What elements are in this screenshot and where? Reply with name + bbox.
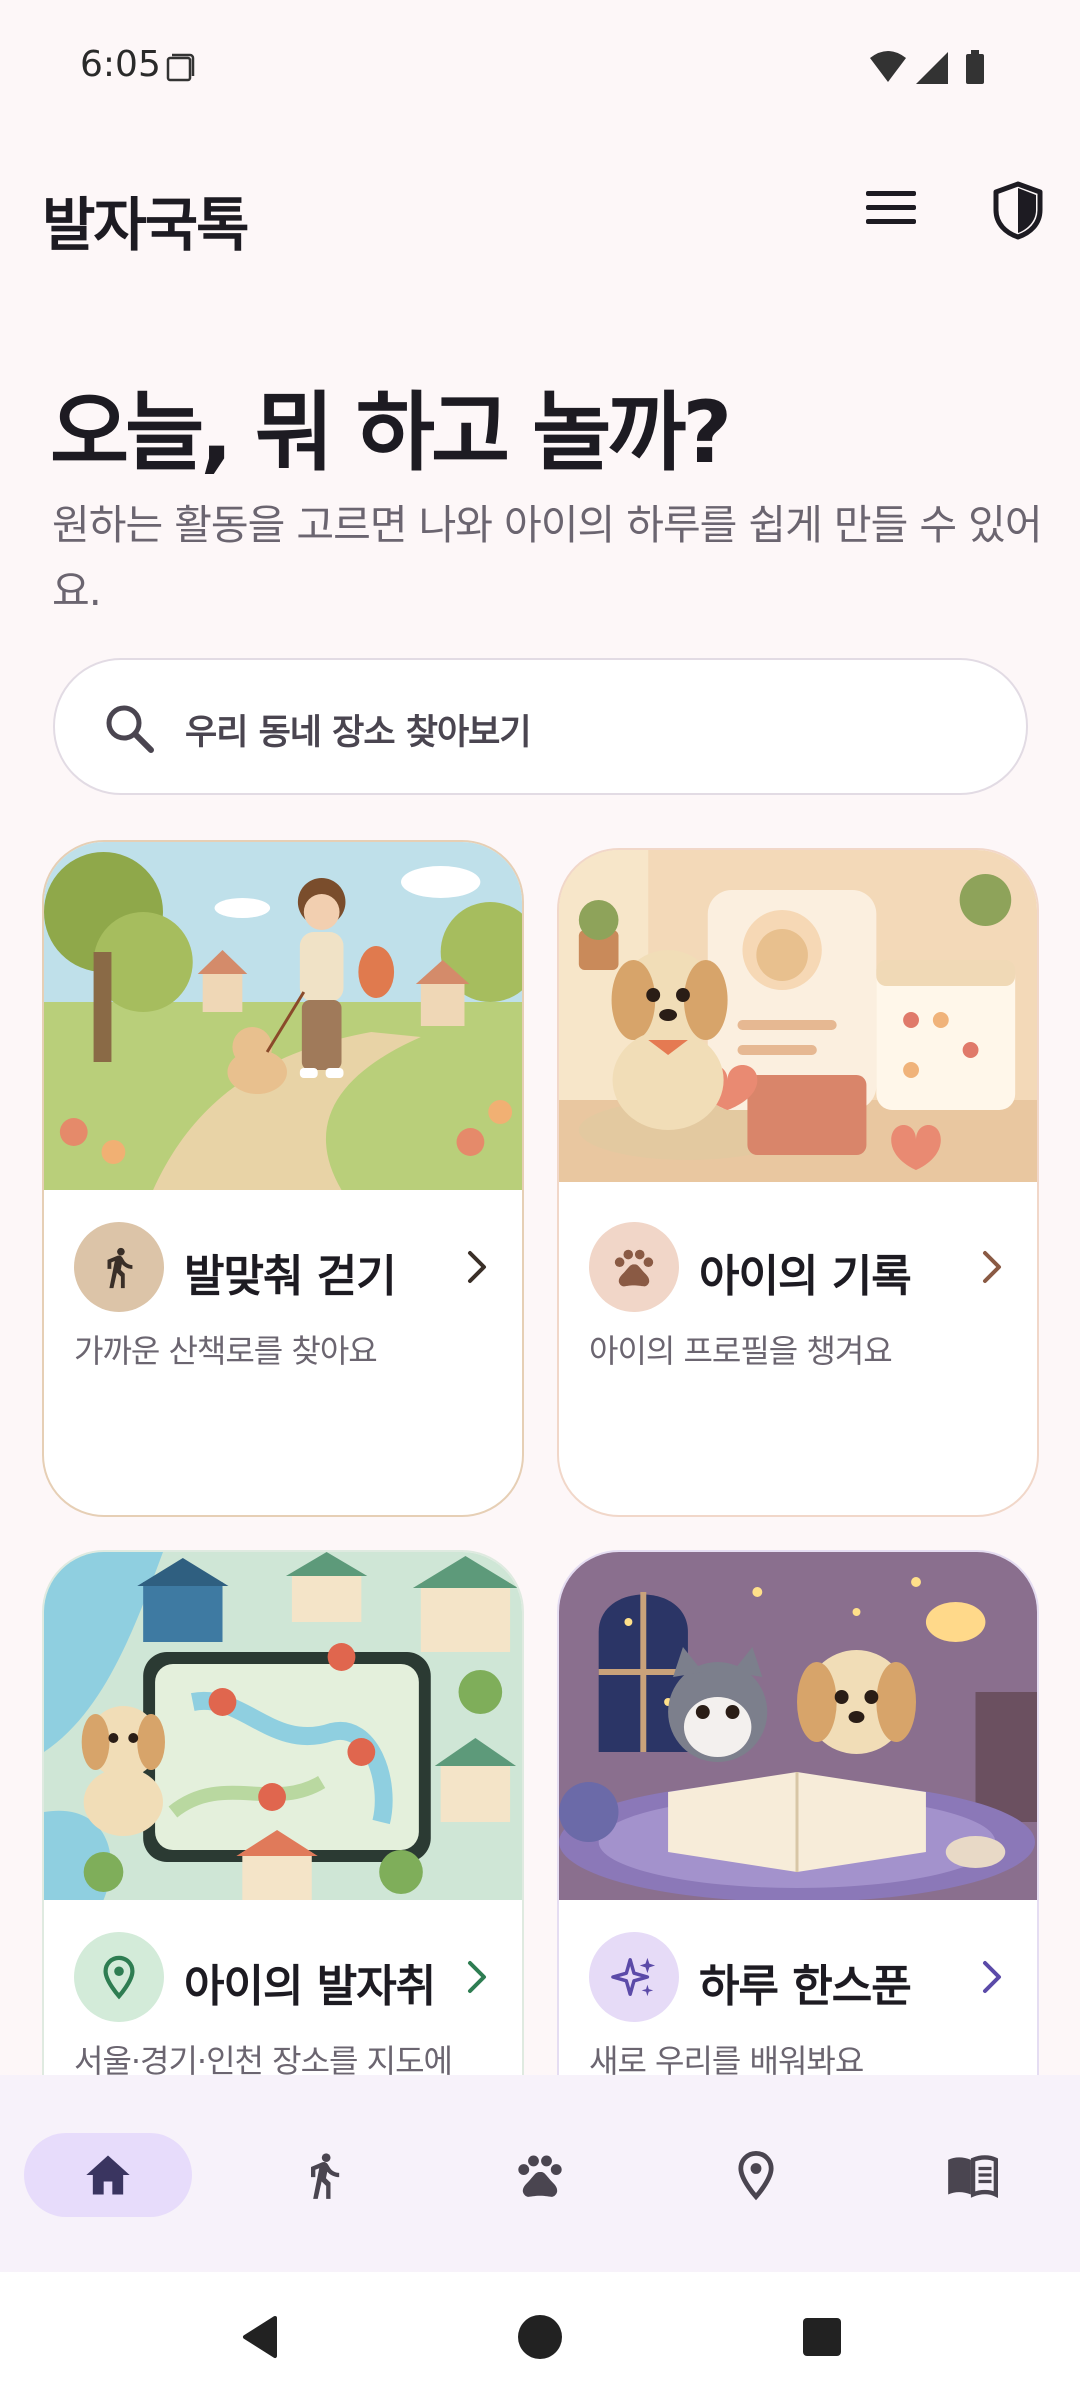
nav-walk[interactable] <box>240 2133 408 2217</box>
status-icons <box>870 50 984 84</box>
records-illustration <box>559 850 1037 1182</box>
location-pin-icon <box>738 2150 774 2201</box>
app-title: 발자국톡 <box>42 191 249 259</box>
sparkle-icon <box>611 1957 656 1997</box>
paw-icon <box>614 1249 654 1287</box>
status-time: 6:05 <box>80 44 161 85</box>
search-placeholder: 우리 동네 장소 찾아보기 <box>185 713 532 753</box>
records-badge <box>589 1222 679 1312</box>
chevron-right-icon <box>468 1961 486 1993</box>
search-bar[interactable]: 우리 동네 장소 찾아보기 <box>53 658 1028 795</box>
card-title: 발맞춰 걷기 <box>184 1251 397 1302</box>
card-description: 가까운 산책로를 찾아요 <box>74 1332 378 1370</box>
shield-icon[interactable] <box>990 180 1046 240</box>
footprints-badge <box>74 1932 164 2022</box>
home-icon <box>86 2155 130 2195</box>
paw-icon <box>518 2155 562 2197</box>
card-title: 아이의 발자취 <box>184 1961 436 2012</box>
nav-paw[interactable] <box>456 2133 624 2217</box>
chevron-right-icon <box>983 1961 1001 1993</box>
nav-book[interactable] <box>888 2133 1056 2217</box>
battery-icon <box>966 54 984 84</box>
signal-icon <box>916 52 948 84</box>
card-footprints[interactable]: 아이의 발자취 서울·경기·인천 장소를 지도에 <box>42 1550 524 2150</box>
chevron-right-icon <box>468 1251 486 1283</box>
menu-icon[interactable] <box>862 183 922 233</box>
nav-map[interactable] <box>672 2133 840 2217</box>
card-walk[interactable]: 발맞춰 걷기 가까운 산책로를 찾아요 <box>42 840 524 1517</box>
back-icon[interactable] <box>235 2312 285 2362</box>
wifi-icon <box>870 51 906 82</box>
walk-icon <box>311 2153 340 2199</box>
reading-illustration <box>559 1552 1037 1900</box>
daily-spoon-badge <box>589 1932 679 2022</box>
card-title: 아이의 기록 <box>699 1251 912 1302</box>
chevron-right-icon <box>983 1251 1001 1283</box>
walk-badge <box>74 1222 164 1312</box>
nav-home[interactable] <box>24 2133 192 2217</box>
card-description: 아이의 프로필을 챙겨요 <box>589 1332 893 1370</box>
bottom-navigation <box>0 2075 1080 2272</box>
card-daily-spoon[interactable]: 하루 한스푼 새로 우리를 배워봐요 <box>557 1550 1039 2150</box>
sim-card-icon <box>166 53 195 82</box>
status-bar: 6:05 <box>0 0 1080 135</box>
card-records[interactable]: 아이의 기록 아이의 프로필을 챙겨요 <box>557 848 1039 1517</box>
location-pin-icon <box>103 1955 135 2000</box>
system-navigation-bar <box>0 2272 1080 2400</box>
home-circle-icon[interactable] <box>515 2312 565 2362</box>
map-illustration <box>44 1552 522 1900</box>
walk-icon <box>107 1247 133 1289</box>
hero-title: 오늘, 뭐 하고 놀까? <box>50 383 732 483</box>
card-title: 하루 한스푼 <box>699 1961 912 2012</box>
recents-icon[interactable] <box>797 2312 847 2362</box>
walk-illustration <box>44 842 522 1190</box>
hero-subtitle: 원하는 활동을 고르면 나와 아이의 하루를 쉽게 만들 수 있어요. <box>52 501 1043 615</box>
search-icon <box>106 705 154 753</box>
book-icon <box>948 2155 998 2199</box>
